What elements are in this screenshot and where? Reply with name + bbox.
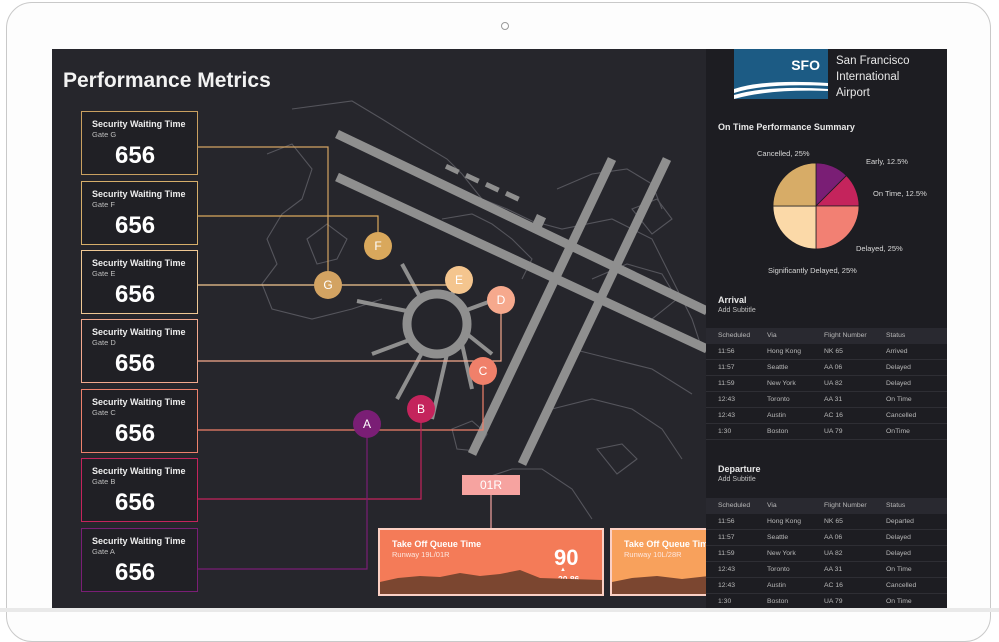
- table-row[interactable]: 11:57 Seattle AA 06 Delayed: [706, 530, 947, 546]
- card-title: Security Waiting Time: [92, 466, 186, 476]
- gate-card-e[interactable]: Security Waiting Time Gate E 656: [81, 250, 198, 314]
- card-value: 656: [115, 212, 156, 239]
- gate-card-a[interactable]: Security Waiting Time Gate A 656: [81, 528, 198, 592]
- card-gate: Gate B: [92, 477, 116, 486]
- card-title: Security Waiting Time: [92, 119, 186, 129]
- airport-name: San Francisco International Airport: [836, 55, 910, 99]
- takeoff-title: Take Off Queue Time: [624, 539, 714, 549]
- takeoff-runway: Runway 19L/01R: [392, 550, 450, 559]
- runway-tag[interactable]: 01R: [462, 475, 520, 495]
- table-row[interactable]: 11:59 New York UA 82 Delayed: [706, 546, 947, 562]
- table-row[interactable]: 12:43 Austin AC 16 Cancelled: [706, 578, 947, 594]
- table-row[interactable]: 12:43 Austin AC 16 Cancelled: [706, 408, 947, 424]
- table-row[interactable]: 11:59 New York UA 82 Delayed: [706, 376, 947, 392]
- card-title: Security Waiting Time: [92, 327, 186, 337]
- queue-area-chart: [380, 570, 602, 594]
- gate-card-d[interactable]: Security Waiting Time Gate D 656: [81, 319, 198, 383]
- card-value: 656: [115, 281, 156, 308]
- logo-wave-icon: [734, 81, 828, 99]
- takeoff-card-10l[interactable]: Take Off Queue Time Runway 10L/28R: [610, 528, 720, 596]
- connector-a: [198, 437, 368, 570]
- dashboard-screen: Performance Metrics Security Waiting Tim…: [52, 49, 947, 612]
- table-row[interactable]: 12:43 Toronto AA 31 On Time: [706, 562, 947, 578]
- logo-text: SFO: [791, 57, 820, 73]
- gate-badge-e[interactable]: E: [445, 266, 473, 294]
- card-gate: Gate E: [92, 269, 116, 278]
- table-row[interactable]: 11:56 Hong Kong NK 65 Arrived: [706, 344, 947, 360]
- arrival-subtitle: Add Subtitle: [718, 307, 756, 314]
- takeoff-title: Take Off Queue Time: [392, 539, 482, 549]
- pie-label-significantly-delayed: Significantly Delayed, 25%: [768, 266, 857, 275]
- card-gate: Gate A: [92, 547, 115, 556]
- terminal-piers: [356, 263, 503, 420]
- card-value: 656: [115, 350, 156, 377]
- gate-badge-c[interactable]: C: [469, 357, 497, 385]
- gate-badge-b[interactable]: B: [407, 395, 435, 423]
- pie-label-early: Early, 12.5%: [866, 157, 908, 166]
- departure-subtitle: Add Subtitle: [718, 476, 756, 483]
- connector-lines: [198, 146, 502, 570]
- departure-header: Scheduled Via Flight Number Status: [706, 498, 947, 514]
- card-value: 656: [115, 420, 156, 447]
- arrival-title: Arrival: [718, 295, 747, 305]
- card-gate: Gate F: [92, 200, 115, 209]
- gate-badge-a[interactable]: A: [353, 410, 381, 438]
- performance-pie-chart: [772, 162, 860, 250]
- table-row[interactable]: 1:30 Boston UA 79 OnTime: [706, 424, 947, 440]
- pie-label-on-time: On Time, 12.5%: [873, 189, 927, 198]
- pie-slice-4[interactable]: [772, 162, 817, 207]
- laptop-base: [0, 608, 999, 612]
- summary-title: On Time Performance Summary: [718, 122, 855, 132]
- card-gate: Gate C: [92, 408, 116, 417]
- card-title: Security Waiting Time: [92, 189, 186, 199]
- connector-b: [198, 422, 422, 500]
- right-panel: SFO San Francisco International Airport …: [706, 49, 947, 612]
- card-value: 656: [115, 142, 156, 169]
- table-row[interactable]: 12:43 Toronto AA 31 On Time: [706, 392, 947, 408]
- card-title: Security Waiting Time: [92, 258, 186, 268]
- departure-title: Departure: [718, 464, 761, 474]
- gate-card-f[interactable]: Security Waiting Time Gate F 656: [81, 181, 198, 245]
- arrival-header: Scheduled Via Flight Number Status: [706, 328, 947, 344]
- table-row[interactable]: 11:57 Seattle AA 06 Delayed: [706, 360, 947, 376]
- gate-badge-d[interactable]: D: [487, 286, 515, 314]
- card-value: 656: [115, 559, 156, 586]
- pie-slice-3[interactable]: [772, 205, 817, 250]
- queue-area-chart: [612, 575, 718, 594]
- card-title: Security Waiting Time: [92, 536, 186, 546]
- table-row[interactable]: 11:56 Hong Kong NK 65 Departed: [706, 514, 947, 530]
- sfo-logo: SFO: [734, 49, 828, 99]
- pie-label-delayed: Delayed, 25%: [856, 244, 903, 253]
- gate-card-b[interactable]: Security Waiting Time Gate B 656: [81, 458, 198, 522]
- card-gate: Gate G: [92, 130, 117, 139]
- pie-label-cancelled: Cancelled, 25%: [757, 149, 810, 158]
- connector-f: [198, 215, 379, 247]
- takeoff-runway: Runway 10L/28R: [624, 550, 682, 559]
- card-value: 656: [115, 489, 156, 516]
- card-gate: Gate D: [92, 338, 116, 347]
- pie-slice-2[interactable]: [815, 205, 860, 250]
- card-title: Security Waiting Time: [92, 397, 186, 407]
- gate-card-g[interactable]: Security Waiting Time Gate G 656: [81, 111, 198, 175]
- camera-icon: [501, 22, 509, 30]
- gate-card-c[interactable]: Security Waiting Time Gate C 656: [81, 389, 198, 453]
- page-title: Performance Metrics: [63, 69, 271, 92]
- takeoff-card-19l[interactable]: Take Off Queue Time Runway 19L/01R 90 ▲ …: [378, 528, 604, 596]
- runways: [335, 129, 707, 466]
- gate-badge-g[interactable]: G: [314, 271, 342, 299]
- gate-badge-f[interactable]: F: [364, 232, 392, 260]
